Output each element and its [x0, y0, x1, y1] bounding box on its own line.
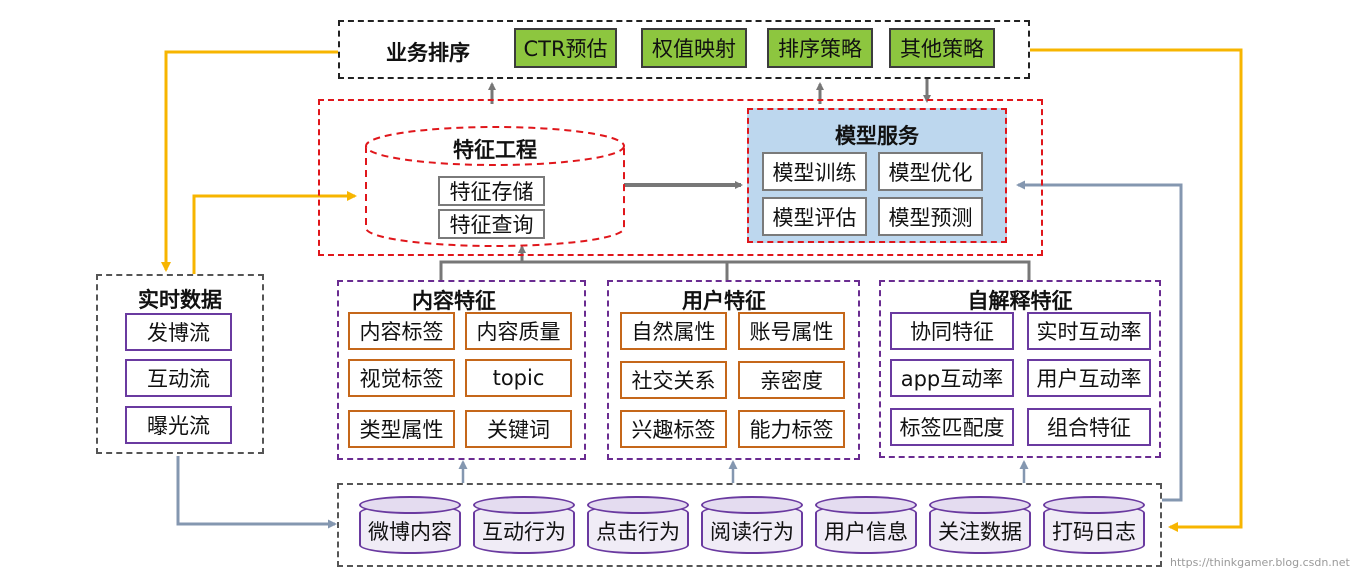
- feedback-arrow-to-realtime: [161, 50, 338, 272]
- scoring-log-label: 打码日志: [1052, 520, 1136, 544]
- model-training-box: 模型训练: [762, 152, 867, 191]
- keyword-box: 关键词: [465, 410, 572, 448]
- interaction-stream-box: 互动流: [125, 359, 232, 397]
- model-service-title: 模型服务: [835, 124, 919, 148]
- interaction-behavior-source: 互动行为: [473, 496, 575, 554]
- feature-merge-line: [439, 260, 1031, 280]
- feature-storage-box: 特征存储: [438, 176, 545, 206]
- ctr-estimate-box: CTR预估: [514, 28, 617, 68]
- flow-arrow-realtime-to-sources: [176, 456, 337, 529]
- model-evaluate-box: 模型评估: [762, 197, 867, 236]
- collaborative-feature-box: 协同特征: [890, 312, 1014, 350]
- content-tag-box: 内容标签: [348, 312, 455, 350]
- social-relation-box: 社交关系: [620, 361, 727, 399]
- ranking-strategy-box: 排序策略: [767, 28, 873, 68]
- user-feature-title: 用户特征: [682, 289, 766, 313]
- natural-attribute-box: 自然属性: [620, 312, 727, 350]
- click-behavior-source: 点击行为: [587, 496, 689, 554]
- weibo-content-label: 微博内容: [368, 520, 452, 544]
- click-behavior-label: 点击行为: [596, 520, 680, 544]
- follow-data-source: 关注数据: [929, 496, 1031, 554]
- scoring-log-source: 打码日志: [1043, 496, 1145, 554]
- app-interaction-rate-box: app互动率: [890, 359, 1014, 397]
- type-attribute-box: 类型属性: [348, 410, 455, 448]
- feature-eng-title: 特征工程: [453, 138, 537, 162]
- intimacy-box: 亲密度: [738, 361, 845, 399]
- read-behavior-source: 阅读行为: [701, 496, 803, 554]
- account-attribute-box: 账号属性: [738, 312, 845, 350]
- interaction-behavior-label: 互动行为: [482, 520, 566, 544]
- visual-tag-box: 视觉标签: [348, 359, 455, 397]
- weight-mapping-box: 权值映射: [641, 28, 747, 68]
- combined-feature-box: 组合特征: [1027, 408, 1151, 446]
- self-explain-feature-title: 自解释特征: [967, 289, 1073, 313]
- user-interaction-rate-box: 用户互动率: [1027, 359, 1151, 397]
- interest-tag-box: 兴趣标签: [620, 410, 727, 448]
- tag-match-box: 标签匹配度: [890, 408, 1014, 446]
- exposure-stream-box: 曝光流: [125, 406, 232, 444]
- model-predict-box: 模型预测: [878, 197, 983, 236]
- ability-tag-box: 能力标签: [738, 410, 845, 448]
- user-info-label: 用户信息: [824, 520, 908, 544]
- weibo-content-source: 微博内容: [359, 496, 461, 554]
- read-behavior-label: 阅读行为: [710, 520, 794, 544]
- follow-data-label: 关注数据: [938, 520, 1022, 544]
- content-quality-box: 内容质量: [465, 312, 572, 350]
- model-optimize-box: 模型优化: [878, 152, 983, 191]
- business-ranking-title: 业务排序: [386, 41, 470, 65]
- feature-query-box: 特征查询: [438, 209, 545, 239]
- user-info-source: 用户信息: [815, 496, 917, 554]
- other-strategy-box: 其他策略: [889, 28, 995, 68]
- realtime-data-title: 实时数据: [138, 288, 222, 312]
- topic-box: topic: [465, 359, 572, 397]
- post-stream-box: 发博流: [125, 313, 232, 351]
- watermark: https://thinkgamer.blog.csdn.net: [1170, 556, 1350, 569]
- realtime-interaction-rate-box: 实时互动率: [1027, 312, 1151, 350]
- content-feature-title: 内容特征: [412, 289, 496, 313]
